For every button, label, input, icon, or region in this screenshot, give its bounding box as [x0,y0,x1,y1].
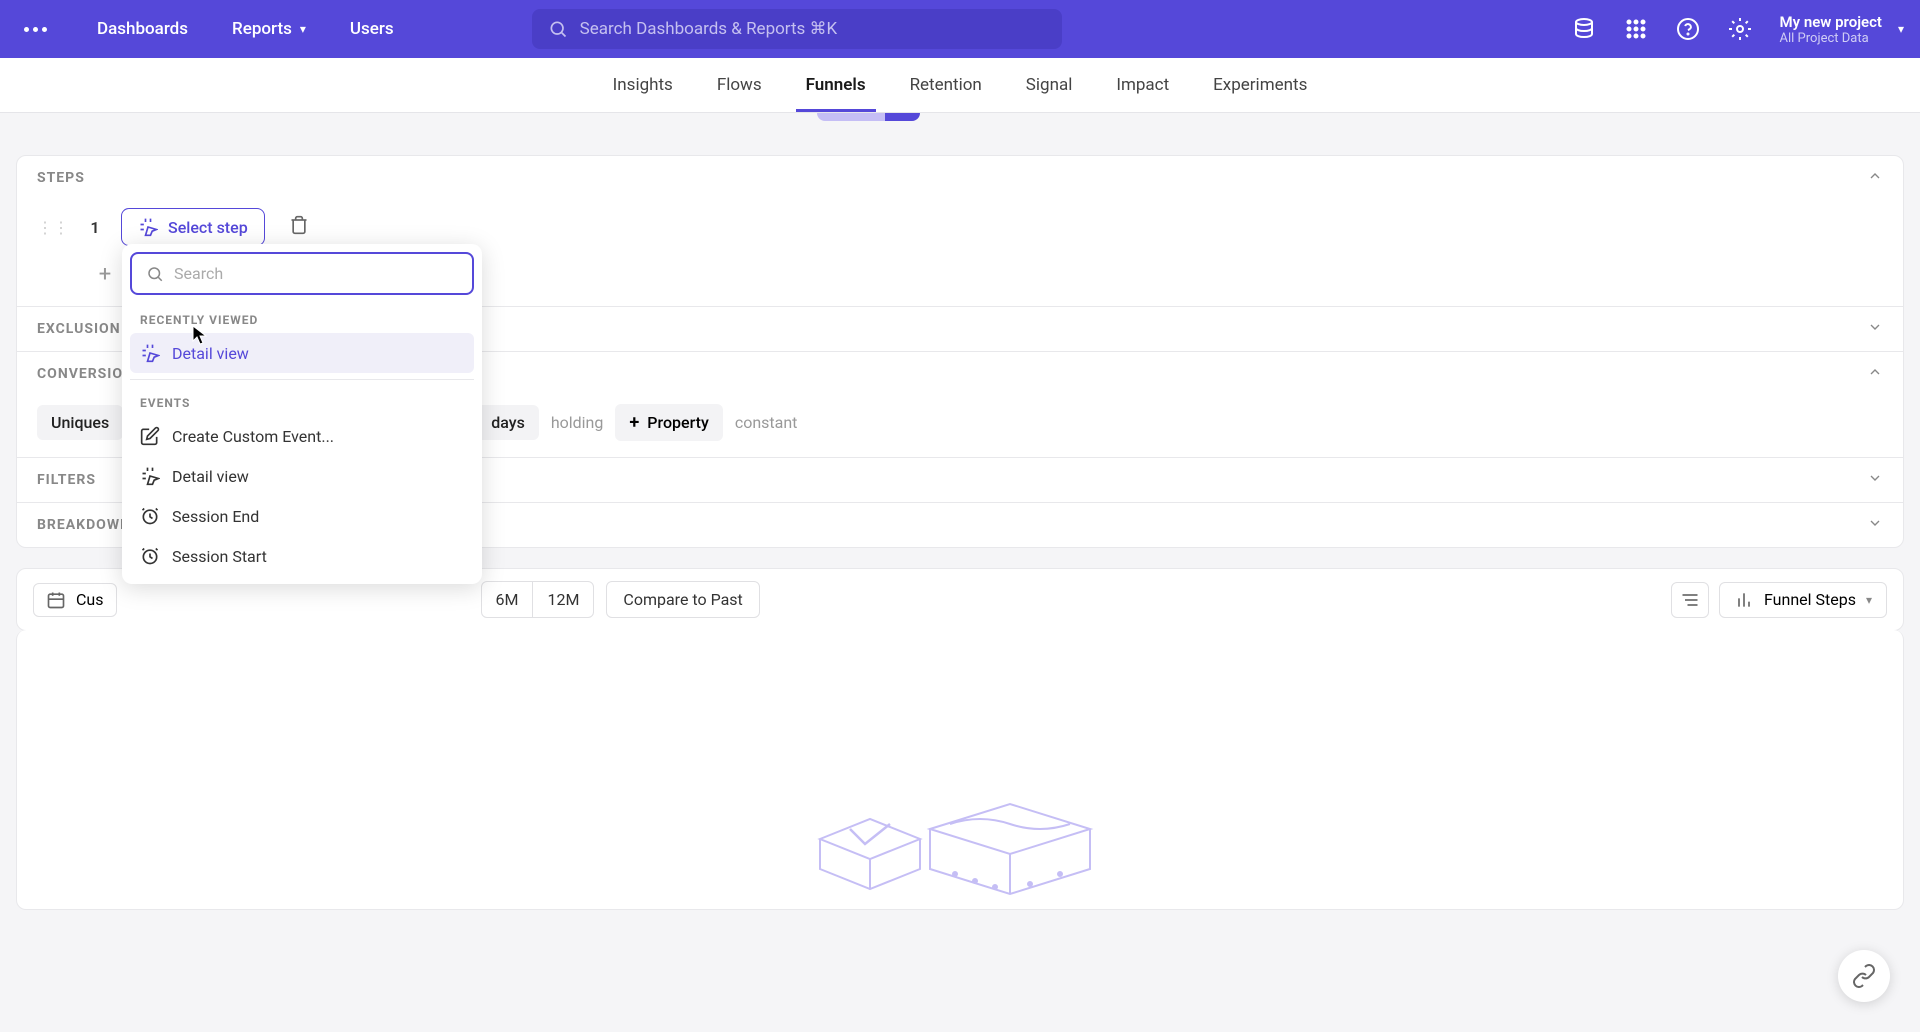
tab-flows[interactable]: Flows [717,58,762,112]
help-icon [1676,17,1700,41]
dropdown-item-create-custom-event[interactable]: Create Custom Event... [130,416,474,456]
edit-icon [140,426,160,446]
dropdown-search-container [130,252,474,295]
step-selector-dropdown: RECENTLY VIEWED Detail view EVENTS Creat… [122,244,482,584]
clock-icon [140,546,160,566]
dropdown-item-label: Detail view [172,344,249,363]
nav-users[interactable]: Users [332,11,412,47]
tab-impact[interactable]: Impact [1116,58,1169,112]
property-label: Property [647,413,709,432]
empty-state-illustration [780,769,1140,909]
breakdowns-expand-toggle[interactable] [1867,515,1883,535]
clock-icon [140,506,160,526]
dropdown-item-detail-view-recent[interactable]: Detail view [130,333,474,373]
link-fab[interactable] [1838,950,1890,1002]
link-icon [1852,964,1876,988]
chevron-down-icon: ▾ [300,22,306,36]
chevron-down-icon: ▾ [1866,593,1872,607]
list-icon [1680,590,1700,610]
conversion-constant-text: constant [735,413,798,432]
search-placeholder: Search Dashboards & Reports ⌘K [580,19,838,39]
tab-retention[interactable]: Retention [910,58,982,112]
chart-placeholder [16,630,1904,910]
chevron-down-icon [1867,470,1883,486]
add-step-button[interactable]: + [93,262,117,286]
tab-funnels[interactable]: Funnels [806,58,866,112]
plus-icon: + [629,412,639,433]
project-name: My new project [1780,13,1882,31]
select-step-label: Select step [168,218,248,237]
dropdown-search-input[interactable] [174,264,458,283]
cursor-click-icon [140,343,160,363]
search-icon [146,265,164,283]
select-step-button[interactable]: Select step [121,208,265,246]
project-subtitle: All Project Data [1780,31,1882,46]
search-icon [548,19,568,39]
dropdown-item-label: Create Custom Event... [172,427,334,446]
conversion-property-button[interactable]: + Property [615,404,722,441]
time-range-group: 6M 12M [481,581,595,618]
range-6m-button[interactable]: 6M [482,582,534,617]
tab-signal[interactable]: Signal [1026,58,1073,112]
funnel-steps-label: Funnel Steps [1764,590,1856,609]
chevron-down-icon [1867,319,1883,335]
dropdown-item-label: Session End [172,507,259,526]
app-menu-button[interactable] [16,19,55,40]
chevron-down-icon: ▾ [1898,22,1904,36]
recently-viewed-label: RECENTLY VIEWED [130,303,474,333]
delete-step-button[interactable] [289,215,309,239]
events-label: EVENTS [130,386,474,416]
apps-button[interactable] [1624,17,1648,41]
database-icon [1572,17,1596,41]
conversion-collapse-toggle[interactable] [1867,364,1883,384]
range-12m-button[interactable]: 12M [533,582,593,617]
list-view-button[interactable] [1671,582,1709,618]
dropdown-item-session-start[interactable]: Session Start [130,536,474,576]
drag-handle-icon[interactable]: ⋮⋮ [37,218,69,237]
filters-section-title: FILTERS [37,472,96,488]
steps-section-title: STEPS [37,170,85,186]
nav-dashboards[interactable]: Dashboards [79,11,206,47]
chevron-up-icon [1867,168,1883,184]
cursor-click-icon [140,466,160,486]
conversion-days-chip[interactable]: days [477,405,539,440]
lexicon-button[interactable] [1572,17,1596,41]
dropdown-item-label: Session Start [172,547,267,566]
project-selector[interactable]: My new project All Project Data ▾ [1780,13,1904,46]
gear-icon [1728,17,1752,41]
global-search[interactable]: Search Dashboards & Reports ⌘K [532,9,1062,49]
chevron-down-icon [1867,515,1883,531]
trash-icon [289,215,309,235]
filters-expand-toggle[interactable] [1867,470,1883,490]
grid-icon [1624,17,1648,41]
step-number: 1 [85,218,105,237]
nav-reports-label: Reports [232,19,292,39]
tab-insights[interactable]: Insights [613,58,673,112]
settings-button[interactable] [1728,17,1752,41]
cursor-click-icon [138,217,158,237]
bar-chart-icon [1734,590,1754,610]
calendar-icon [46,590,66,610]
exclusion-expand-toggle[interactable] [1867,319,1883,339]
date-range-selector[interactable]: Cus [33,583,117,617]
progress-pill [817,113,920,121]
dropdown-item-session-end[interactable]: Session End [130,496,474,536]
date-range-custom-label: Cus [76,590,104,609]
funnel-steps-selector[interactable]: Funnel Steps ▾ [1719,582,1887,618]
chevron-up-icon [1867,364,1883,380]
tab-experiments[interactable]: Experiments [1213,58,1307,112]
conversion-holding-text: holding [551,413,604,432]
conversion-uniques-chip[interactable]: Uniques [37,405,123,440]
dropdown-divider [130,379,474,380]
dropdown-item-detail-view[interactable]: Detail view [130,456,474,496]
steps-collapse-toggle[interactable] [1867,168,1883,188]
nav-reports[interactable]: Reports ▾ [214,11,324,47]
compare-to-past-button[interactable]: Compare to Past [606,581,759,618]
help-button[interactable] [1676,17,1700,41]
dropdown-item-label: Detail view [172,467,249,486]
